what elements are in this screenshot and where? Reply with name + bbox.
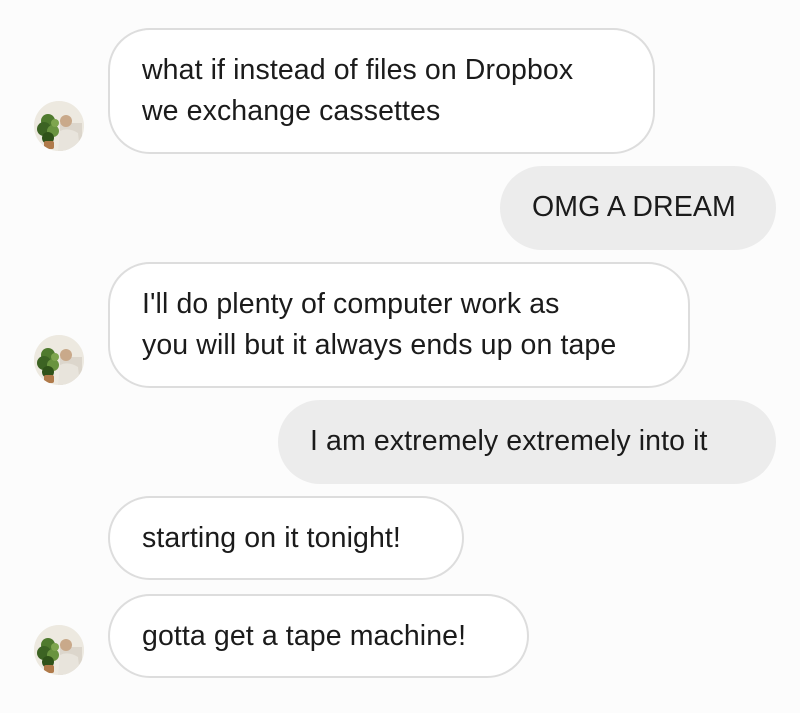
profile-photo-avatar-icon bbox=[34, 625, 84, 675]
message-bubble-incoming[interactable]: starting on it tonight! bbox=[108, 496, 464, 580]
message-text-line: OMG A DREAM bbox=[532, 191, 736, 223]
message-bubble-outgoing[interactable]: I am extremely extremely into it bbox=[278, 400, 776, 484]
message-text-line: what if instead of files on Dropbox bbox=[142, 54, 574, 86]
message-text-line: I'll do plenty of computer work as bbox=[142, 288, 560, 320]
avatar[interactable] bbox=[34, 625, 84, 675]
message-text-line: starting on it tonight! bbox=[142, 522, 401, 554]
message-bubble-incoming[interactable]: what if instead of files on Dropbox we e… bbox=[108, 28, 655, 154]
message-text-line: gotta get a tape machine! bbox=[142, 620, 467, 652]
message-bubble-incoming[interactable]: I'll do plenty of computer work as you w… bbox=[108, 262, 690, 388]
avatar[interactable] bbox=[34, 335, 84, 385]
message-bubble-outgoing[interactable]: OMG A DREAM bbox=[500, 166, 776, 250]
message-text-line: I am extremely extremely into it bbox=[310, 425, 708, 457]
message-text-line: we exchange cassettes bbox=[142, 95, 441, 127]
avatar[interactable] bbox=[34, 101, 84, 151]
message-text-line: you will but it always ends up on tape bbox=[142, 329, 617, 361]
message-bubble-incoming[interactable]: gotta get a tape machine! bbox=[108, 594, 529, 678]
profile-photo-avatar-icon bbox=[34, 335, 84, 385]
profile-photo-avatar-icon bbox=[34, 101, 84, 151]
